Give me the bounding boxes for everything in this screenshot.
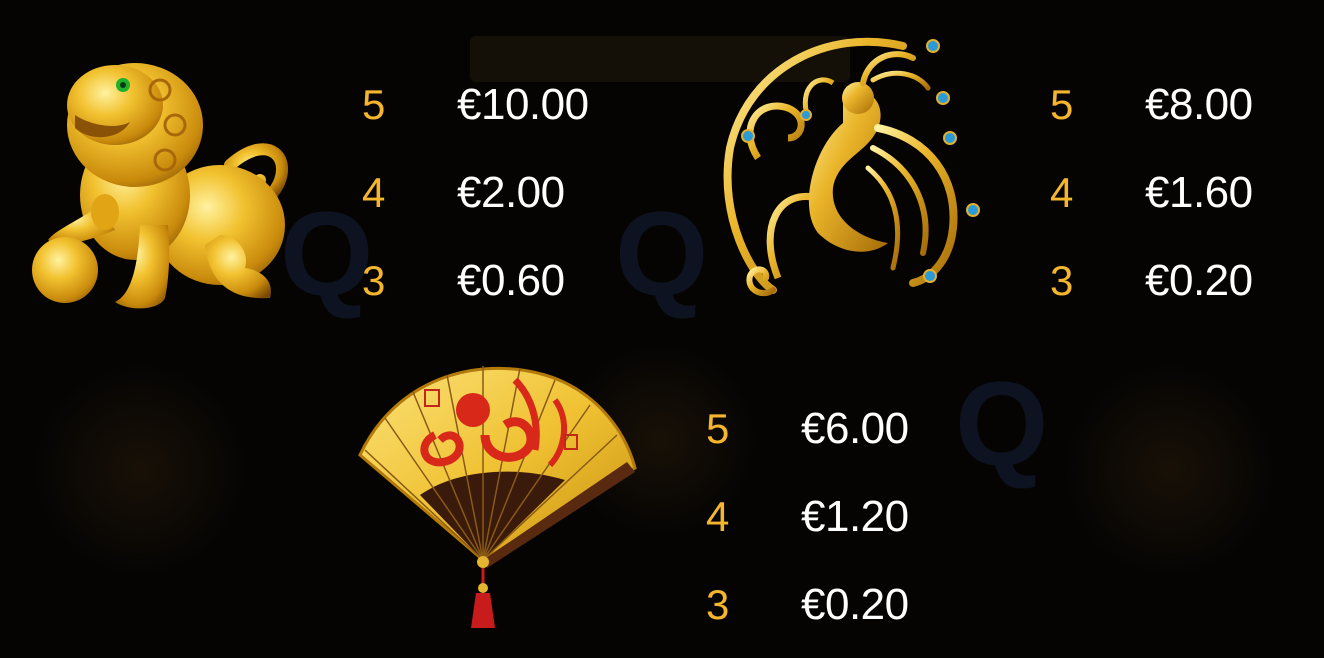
pay-row: 4 €1.60 [1050,168,1253,218]
payout-amount: €8.00 [1145,80,1253,129]
payout-amount: €6.00 [801,404,909,453]
payout-amount: €10.00 [457,80,589,129]
pay-row: 5 €6.00 [706,404,909,454]
background-glow [1060,360,1280,580]
symbol-count: 3 [362,257,386,304]
golden-lion-paytable: 5 €10.00 4 €2.00 3 €0.60 [362,80,662,310]
payout-amount: €2.00 [457,168,565,217]
payout-amount: €0.20 [801,580,909,629]
pay-row: 5 €8.00 [1050,80,1253,130]
payout-amount: €1.20 [801,492,909,541]
symbol-count: 4 [362,169,386,216]
symbol-count: 5 [706,405,730,452]
symbol-count: 4 [706,493,730,540]
golden-phoenix-paytable: 5 €8.00 4 €1.60 3 €0.20 [1050,80,1310,310]
payout-amount: €0.20 [1145,256,1253,305]
pay-row: 3 €0.20 [706,580,909,630]
symbol-count: 5 [1050,81,1074,128]
golden-lion-statue-icon [20,30,295,320]
payout-amount: €0.60 [457,256,565,305]
golden-fan-paytable: 5 €6.00 4 €1.20 3 €0.20 [706,404,966,634]
golden-phoenix-medallion-icon [718,28,988,308]
pay-row: 4 €2.00 [362,168,565,218]
pay-row: 3 €0.60 [362,256,565,306]
symbol-count: 4 [1050,169,1074,216]
symbol-count: 3 [1050,257,1074,304]
payout-amount: €1.60 [1145,168,1253,217]
pay-row: 4 €1.20 [706,492,909,542]
pay-row: 3 €0.20 [1050,256,1253,306]
symbol-count: 5 [362,81,386,128]
golden-fan-with-dragon-icon [355,350,645,635]
symbol-count: 3 [706,581,730,628]
pay-row: 5 €10.00 [362,80,589,130]
background-glow [30,360,250,580]
background-q-symbol: Q [955,357,1049,491]
